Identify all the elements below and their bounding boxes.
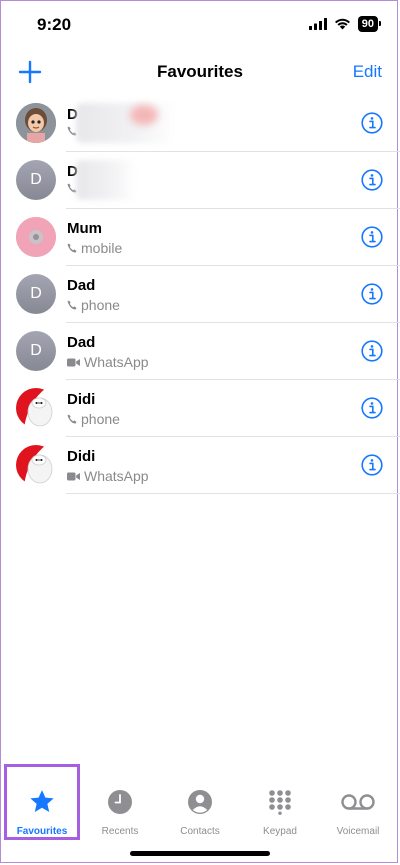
avatar <box>16 445 56 485</box>
contact-type: WhatsApp <box>67 468 149 484</box>
contact-type: phone <box>67 297 120 313</box>
favourite-row[interactable]: D Dad WhatsApp <box>0 323 400 380</box>
favourite-row[interactable]: Didi phone <box>0 380 400 437</box>
contact-name: Dad <box>67 334 96 351</box>
avatar-initial: D <box>30 285 42 302</box>
contact-type-label: phone <box>81 411 120 427</box>
character-avatar-image <box>16 445 56 485</box>
contact-type-label: WhatsApp <box>84 468 149 484</box>
phone-icon <box>67 243 77 253</box>
wifi-icon <box>334 18 350 30</box>
nav-bar: Favourites Edit <box>0 52 400 96</box>
favourite-row[interactable]: Mum mobile <box>0 209 400 266</box>
tab-favourites[interactable]: Favourites <box>2 770 82 837</box>
clock-icon <box>108 790 132 814</box>
tab-contacts[interactable]: Contacts <box>160 770 240 837</box>
status-icons: 90 <box>308 16 382 32</box>
contact-name: Dad <box>67 277 96 294</box>
tab-label: Keypad <box>263 826 297 837</box>
redacted-blur <box>76 160 136 200</box>
status-bar: 9:20 90 <box>0 0 400 52</box>
favourite-row[interactable]: D Dad phone <box>0 266 400 323</box>
person-icon <box>188 790 212 814</box>
flower-avatar-image <box>16 217 56 257</box>
info-icon[interactable] <box>361 112 383 134</box>
info-icon[interactable] <box>361 340 383 362</box>
phone-icon <box>67 414 77 424</box>
avatar: D <box>16 274 56 314</box>
tab-label: Contacts <box>180 826 220 837</box>
tab-voicemail[interactable]: Voicemail <box>318 770 398 837</box>
character-avatar-image <box>16 388 56 428</box>
page-title: Favourites <box>157 62 243 81</box>
avatar <box>16 388 56 428</box>
video-icon <box>67 358 80 366</box>
contact-type-label: WhatsApp <box>84 354 149 370</box>
star-icon <box>30 790 54 813</box>
redacted-blur <box>76 103 176 143</box>
favourite-row[interactable]: D <box>0 95 400 152</box>
home-indicator[interactable] <box>130 851 270 856</box>
favourite-row[interactable]: D D <box>0 152 400 209</box>
tab-label: Recents <box>101 826 139 837</box>
contact-type-label: mobile <box>81 240 123 256</box>
redacted-blur-spot <box>130 105 158 125</box>
info-icon[interactable] <box>361 283 383 305</box>
signal-icon <box>308 18 327 30</box>
favourites-list: D D D Mum mobile D Dad phone D Dad Whats… <box>0 95 400 494</box>
contact-name: Didi <box>67 391 96 408</box>
avatar <box>16 103 56 143</box>
avatar-initial: D <box>30 171 42 188</box>
tab-keypad[interactable]: Keypad <box>240 770 320 837</box>
edit-button[interactable]: Edit <box>353 62 382 82</box>
info-icon[interactable] <box>361 169 383 191</box>
phone-icon <box>67 300 77 310</box>
tab-recents[interactable]: Recents <box>80 770 160 837</box>
tab-label: Favourites <box>16 826 68 837</box>
contact-type: phone <box>67 411 120 427</box>
keypad-icon <box>269 790 291 815</box>
tab-label: Voicemail <box>336 826 380 837</box>
status-time: 9:20 <box>37 15 72 34</box>
voicemail-icon <box>341 794 375 810</box>
video-icon <box>67 472 80 480</box>
contact-type-label: phone <box>81 297 120 313</box>
avatar: D <box>16 331 56 371</box>
avatar <box>16 217 56 257</box>
row-separator <box>66 493 400 494</box>
info-icon[interactable] <box>361 397 383 419</box>
info-icon[interactable] <box>361 226 383 248</box>
memoji-avatar-image <box>16 103 56 143</box>
avatar: D <box>16 160 56 200</box>
info-icon[interactable] <box>361 454 383 476</box>
contact-type: mobile <box>67 240 122 256</box>
contact-type: WhatsApp <box>67 354 149 370</box>
contact-name: Mum <box>67 220 102 237</box>
favourite-row[interactable]: Didi WhatsApp <box>0 437 400 494</box>
avatar-initial: D <box>30 342 42 359</box>
contact-name: Didi <box>67 448 96 465</box>
battery-indicator: 90 <box>357 16 382 32</box>
